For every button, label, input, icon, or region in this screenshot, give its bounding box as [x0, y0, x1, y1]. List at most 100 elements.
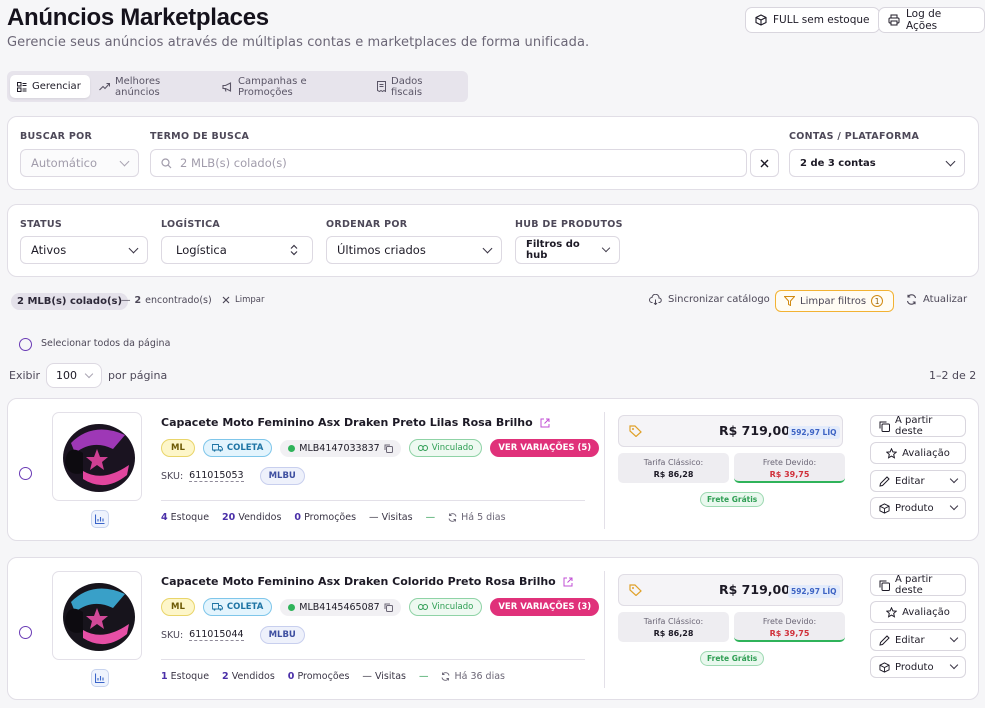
pasted-mlb-pill: 2 MLB(s) colado(s): [11, 293, 129, 310]
search-input[interactable]: 2 MLB(s) colado(s): [150, 149, 747, 177]
sku-row: SKU: 611015044 MLBU: [161, 626, 305, 644]
external-link-icon[interactable]: [540, 418, 550, 428]
per-page-select[interactable]: 100: [46, 363, 102, 388]
close-icon: [760, 159, 769, 168]
search-icon: [161, 157, 172, 169]
link-icon: [417, 445, 428, 451]
tab-melhores-label: Melhores anúncios: [115, 75, 161, 98]
mlb-id[interactable]: MLB4147033837: [280, 439, 401, 457]
edit-dropdown-button[interactable]: Editar: [870, 470, 966, 492]
frete-box: Frete Devido: R$ 39,75: [734, 453, 845, 483]
variations-button[interactable]: VER VARIAÇÕES (5): [490, 439, 600, 457]
variations-button[interactable]: VER VARIAÇÕES (3): [490, 598, 600, 616]
edit-dropdown-button[interactable]: Editar: [870, 629, 966, 651]
net-value-badge: 592,97 LÍQ: [788, 426, 840, 439]
tab-bar: Gerenciar Melhores anúncios Campanhas e …: [7, 71, 468, 102]
chevron-down-icon: [482, 243, 493, 253]
ordenar-select[interactable]: Últimos criados: [326, 236, 502, 264]
product-dropdown-button[interactable]: Produto: [870, 656, 966, 678]
external-link-icon[interactable]: [563, 577, 573, 587]
coleta-label: COLETA: [226, 443, 264, 453]
hub-produtos-label: HUB DE PRODUTOS: [515, 219, 623, 230]
chevron-down-icon: [119, 156, 130, 166]
from-this-button[interactable]: A partir deste: [870, 415, 966, 437]
clear-search-button[interactable]: [750, 149, 779, 177]
per-page-suffix: por página: [108, 369, 168, 382]
listing-checkbox[interactable]: [19, 626, 32, 639]
listing-card: Capacete Moto Feminino Asx Draken Colori…: [7, 557, 979, 700]
show-label: Exibir: [9, 369, 41, 382]
refresh-label: Atualizar: [923, 294, 968, 305]
sync-catalog-button[interactable]: Sincronizar catálogo: [649, 294, 770, 305]
status-select[interactable]: Ativos: [20, 236, 148, 264]
avaliacao-button[interactable]: Avaliação: [870, 601, 966, 623]
mlbu-badge: MLBU: [259, 467, 305, 485]
copy-icon[interactable]: [384, 444, 393, 453]
sku-value[interactable]: 611015044: [189, 629, 244, 641]
status-label: STATUS: [20, 219, 63, 230]
tab-dados-fiscais[interactable]: Dados fiscais: [370, 75, 462, 98]
listing-checkbox[interactable]: [19, 467, 32, 480]
coleta-label: COLETA: [226, 602, 264, 612]
product-thumbnail[interactable]: [52, 571, 142, 660]
frete-box: Frete Devido: R$ 39,75: [734, 612, 845, 642]
sku-label: SKU:: [161, 629, 184, 641]
clear-filters-label: Limpar filtros: [800, 295, 867, 307]
from-this-button[interactable]: A partir deste: [870, 574, 966, 596]
tab-melhores-anuncios[interactable]: Melhores anúncios: [92, 75, 210, 98]
status-dot: [288, 603, 296, 611]
full-sem-estoque-label: FULL sem estoque: [773, 14, 870, 26]
filter-icon: [784, 296, 795, 306]
trend-icon: [99, 82, 110, 91]
product-label: Produto: [895, 502, 934, 514]
from-this-label: A partir deste: [895, 574, 933, 596]
tab-gerenciar[interactable]: Gerenciar: [10, 75, 90, 98]
badge-row: ML COLETA MLB4147033837 Vinculado VER VA…: [161, 439, 600, 457]
logistica-select[interactable]: Logística: [161, 236, 313, 264]
chevron-down-icon: [949, 474, 959, 484]
tag-icon: [629, 425, 642, 437]
refresh-button[interactable]: Atualizar: [906, 294, 967, 305]
bar-chart-icon: [95, 514, 105, 524]
receipt-icon: [377, 81, 386, 92]
tab-dados-label: Dados fiscais: [391, 75, 423, 98]
full-sem-estoque-button[interactable]: FULL sem estoque: [745, 7, 880, 33]
avaliacao-label: Avaliação: [902, 447, 950, 459]
hub-filter-button[interactable]: Filtros do hub: [515, 236, 620, 264]
product-title[interactable]: Capacete Moto Feminino Asx Draken Preto …: [161, 416, 533, 429]
frete-value: R$ 39,75: [769, 629, 810, 638]
log-de-acoes-button[interactable]: Log de Ações: [878, 7, 985, 33]
badge-row: ML COLETA MLB4145465087 Vinculado VER VA…: [161, 598, 600, 616]
copy-icon: [879, 580, 890, 591]
found-prefix: —: [121, 295, 131, 306]
product-title[interactable]: Capacete Moto Feminino Asx Draken Colori…: [161, 575, 556, 588]
mlb-id[interactable]: MLB4145465087: [280, 598, 401, 616]
avaliacao-button[interactable]: Avaliação: [870, 442, 966, 464]
buscar-por-select[interactable]: Automático: [20, 149, 139, 177]
sku-value[interactable]: 611015053: [189, 470, 244, 482]
price-value: R$ 719,00: [719, 582, 790, 597]
tab-campanhas-promocoes[interactable]: Campanhas e Promoções: [215, 75, 365, 98]
buscar-por-label: BUSCAR POR: [20, 131, 93, 142]
analytics-button[interactable]: [91, 510, 109, 528]
search-panel: BUSCAR POR Automático TERMO DE BUSCA 2 M…: [7, 116, 979, 190]
price-box: R$ 719,00 592,97 LÍQ: [618, 574, 843, 606]
chevron-down-icon: [949, 660, 959, 670]
clear-filters-button[interactable]: Limpar filtros 1: [775, 290, 894, 312]
product-dropdown-button[interactable]: Produto: [870, 497, 966, 519]
product-thumbnail[interactable]: [52, 412, 142, 501]
tag-icon: [629, 584, 642, 596]
bar-chart-icon: [95, 673, 105, 683]
select-all-checkbox[interactable]: [19, 338, 32, 351]
clear-pasted-button[interactable]: Limpar: [222, 295, 264, 305]
edit-label: Editar: [895, 634, 925, 646]
found-number: 2: [134, 295, 142, 306]
pencil-icon: [879, 634, 890, 646]
copy-icon[interactable]: [384, 603, 393, 612]
age-stat: Há 5 dias: [448, 512, 506, 523]
sync-icon: [448, 513, 457, 522]
filters-panel: STATUS Ativos LOGÍSTICA Logística ORDENA…: [7, 204, 979, 277]
mlb-value: MLB4145465087: [299, 601, 380, 613]
contas-select[interactable]: 2 de 3 contas: [789, 149, 965, 177]
analytics-button[interactable]: [91, 669, 109, 687]
